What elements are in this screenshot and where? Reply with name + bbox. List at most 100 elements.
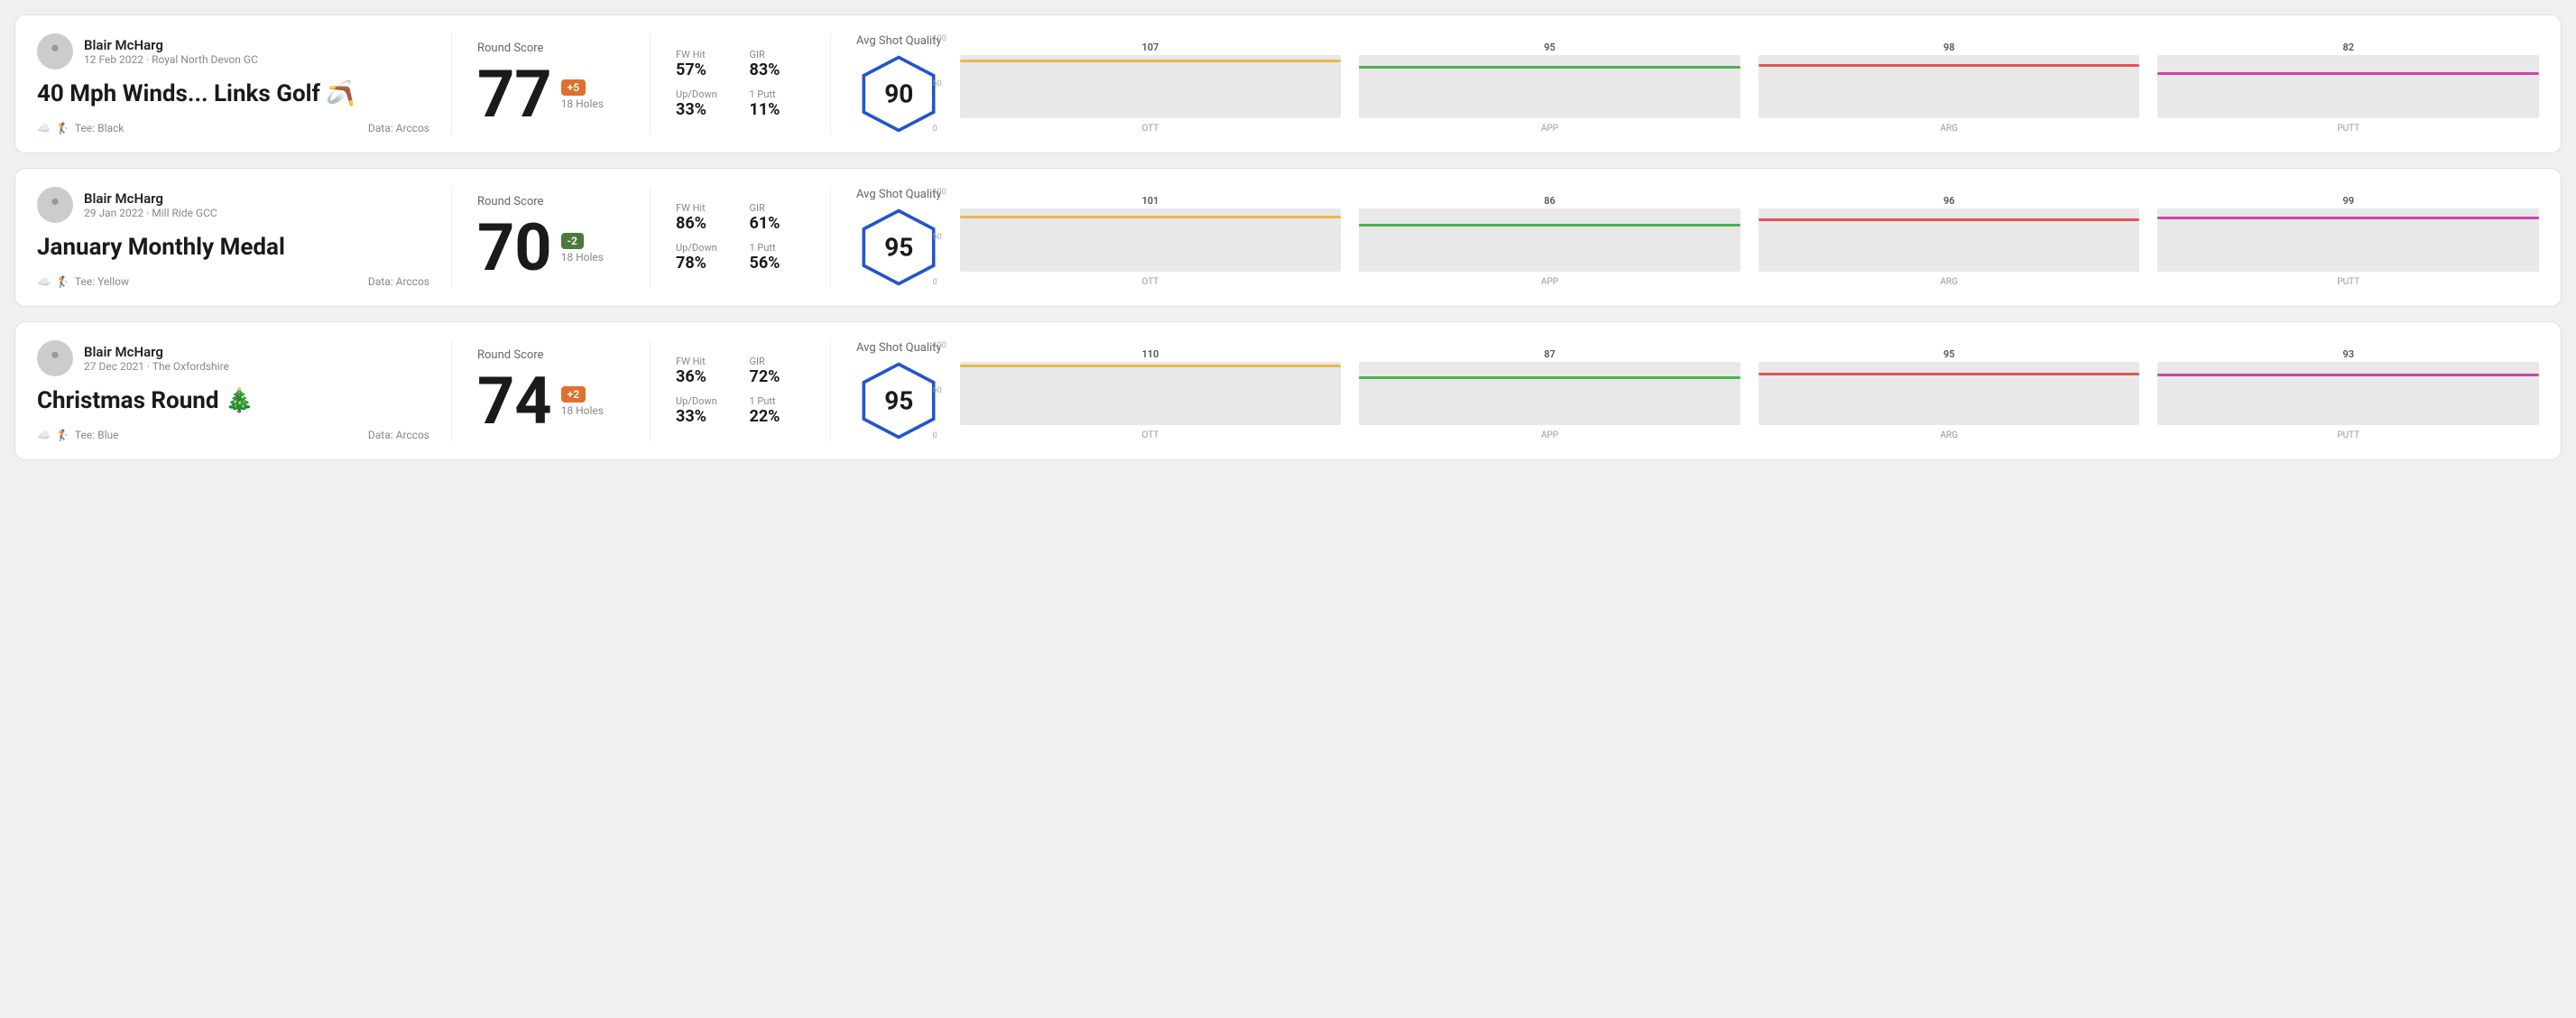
bar-axis-label: OTT [1142, 277, 1159, 287]
bar-value-arg: 96 [1944, 195, 1955, 207]
avg-shot-quality-label: Avg Shot Quality [856, 341, 942, 355]
oneputt-value: 22% [750, 407, 806, 426]
oneputt-label: 1 Putt [750, 88, 806, 100]
user-name: Blair McHarg [84, 190, 217, 207]
data-source: Data: Arccos [368, 275, 429, 288]
user-info: Blair McHarg 29 Jan 2022 · Mill Ride GCC [37, 187, 429, 223]
user-info: Blair McHarg 27 Dec 2021 · The Oxfordshi… [37, 340, 429, 376]
bar-value-putt: 99 [2342, 195, 2354, 207]
bar-line [1759, 373, 2140, 375]
bar-bg [1759, 55, 2140, 118]
user-date: 12 Feb 2022 · Royal North Devon GC [84, 53, 258, 66]
chart-area: 100 50 0 101 OTT 86 [960, 188, 2539, 287]
gir-label: GIR [750, 356, 806, 367]
stats-grid: FW Hit 86% GIR 61% Up/Down 78% 1 Putt 56… [676, 202, 805, 273]
updown-value: 33% [676, 100, 732, 119]
bar-wrapper [960, 362, 1342, 425]
gir-label: GIR [750, 49, 806, 60]
weather-icon: ☁️ [37, 429, 51, 441]
bar-chart: 100 50 0 101 OTT 86 [960, 188, 2539, 287]
tee-label: Tee: Blue [75, 429, 119, 441]
oneputt-stat: 1 Putt 22% [750, 395, 806, 426]
tee-label: Tee: Black [75, 122, 124, 134]
user-details: Blair McHarg 27 Dec 2021 · The Oxfordshi… [84, 344, 229, 373]
bar-group-putt: 93 PUTT [2157, 348, 2539, 440]
gir-label: GIR [750, 202, 806, 214]
bar-value-ott: 101 [1141, 195, 1159, 207]
big-score: 70 [477, 216, 552, 281]
oneputt-stat: 1 Putt 56% [750, 242, 806, 273]
data-source: Data: Arccos [368, 122, 429, 134]
bar-group-ott: 110 OTT [960, 348, 1342, 440]
fw-hit-label: FW Hit [676, 356, 732, 367]
hexagon-container: Avg Shot Quality 95 [856, 341, 942, 441]
round-score-label: Round Score [477, 195, 624, 208]
avatar [37, 33, 73, 69]
gir-value: 83% [750, 60, 806, 79]
score-row: 77 +5 18 Holes [477, 62, 624, 127]
bar-bg [960, 362, 1342, 425]
hex-score: 95 [884, 232, 913, 262]
bar-bg [1759, 362, 2140, 425]
hexagon: 95 [858, 207, 939, 288]
user-name: Blair McHarg [84, 37, 258, 53]
updown-label: Up/Down [676, 88, 732, 100]
user-name: Blair McHarg [84, 344, 229, 360]
bar-line [1359, 224, 1740, 227]
gir-value: 61% [750, 214, 806, 233]
bar-axis-label: ARG [1940, 124, 1958, 134]
holes-label: 18 Holes [561, 97, 604, 110]
right-section: Avg Shot Quality 95 100 50 0 101 [831, 187, 2539, 288]
bar-axis-label: PUTT [2337, 124, 2359, 134]
bar-bg [1359, 55, 1740, 118]
gir-value: 72% [750, 367, 806, 386]
tee-info: ☁️ 🏌 Tee: Blue [37, 429, 118, 441]
bag-icon: 🏌 [56, 122, 69, 134]
score-diff-badge: +2 [561, 386, 586, 403]
chart-area: 100 50 0 107 OTT 95 [960, 34, 2539, 134]
bar-axis-label: APP [1541, 124, 1558, 134]
bar-group-app: 95 APP [1359, 42, 1740, 134]
weather-icon: ☁️ [37, 275, 51, 288]
hexagon: 95 [858, 360, 939, 441]
updown-label: Up/Down [676, 242, 732, 254]
bar-bg [1759, 208, 2140, 272]
updown-value: 33% [676, 407, 732, 426]
round-title: January Monthly Medal [37, 234, 429, 261]
holes-label: 18 Holes [561, 404, 604, 417]
bar-chart: 100 50 0 110 OTT 87 [960, 341, 2539, 440]
big-score: 77 [477, 62, 552, 127]
bar-group-ott: 101 OTT [960, 195, 1342, 287]
round-score-label: Round Score [477, 42, 624, 55]
footer-info: ☁️ 🏌 Tee: Black Data: Arccos [37, 122, 429, 134]
fw-hit-value: 36% [676, 367, 732, 386]
stats-grid: FW Hit 36% GIR 72% Up/Down 33% 1 Putt 22… [676, 356, 805, 426]
updown-stat: Up/Down 33% [676, 88, 732, 119]
bar-axis-label: PUTT [2337, 277, 2359, 287]
score-diff-badge: +5 [561, 79, 586, 96]
chart-area: 100 50 0 110 OTT 87 [960, 341, 2539, 440]
score-row: 74 +2 18 Holes [477, 369, 624, 434]
round-card: Blair McHarg 27 Dec 2021 · The Oxfordshi… [14, 321, 2562, 460]
score-diff-badge: -2 [561, 233, 584, 249]
weather-icon: ☁️ [37, 122, 51, 134]
bar-group-app: 87 APP [1359, 348, 1740, 440]
bar-axis-label: ARG [1940, 277, 1958, 287]
chart-outer: 100 50 0 110 OTT 87 [960, 341, 2539, 440]
hexagon-container: Avg Shot Quality 90 [856, 34, 942, 134]
chart-y-labels: 100 50 0 [933, 34, 946, 134]
bar-bg [2157, 55, 2539, 118]
bag-icon: 🏌 [56, 275, 69, 288]
avg-shot-quality-label: Avg Shot Quality [856, 188, 942, 201]
fw-hit-value: 86% [676, 214, 732, 233]
round-card: Blair McHarg 29 Jan 2022 · Mill Ride GCC… [14, 168, 2562, 307]
avatar [37, 340, 73, 376]
bar-bg [1359, 208, 1740, 272]
updown-stat: Up/Down 78% [676, 242, 732, 273]
bar-group-arg: 98 ARG [1759, 42, 2140, 134]
bar-wrapper [1359, 55, 1740, 118]
score-badge: +5 18 Holes [561, 79, 604, 110]
fw-hit-stat: FW Hit 86% [676, 202, 732, 233]
round-score-label: Round Score [477, 348, 624, 362]
bar-bg [1359, 362, 1740, 425]
